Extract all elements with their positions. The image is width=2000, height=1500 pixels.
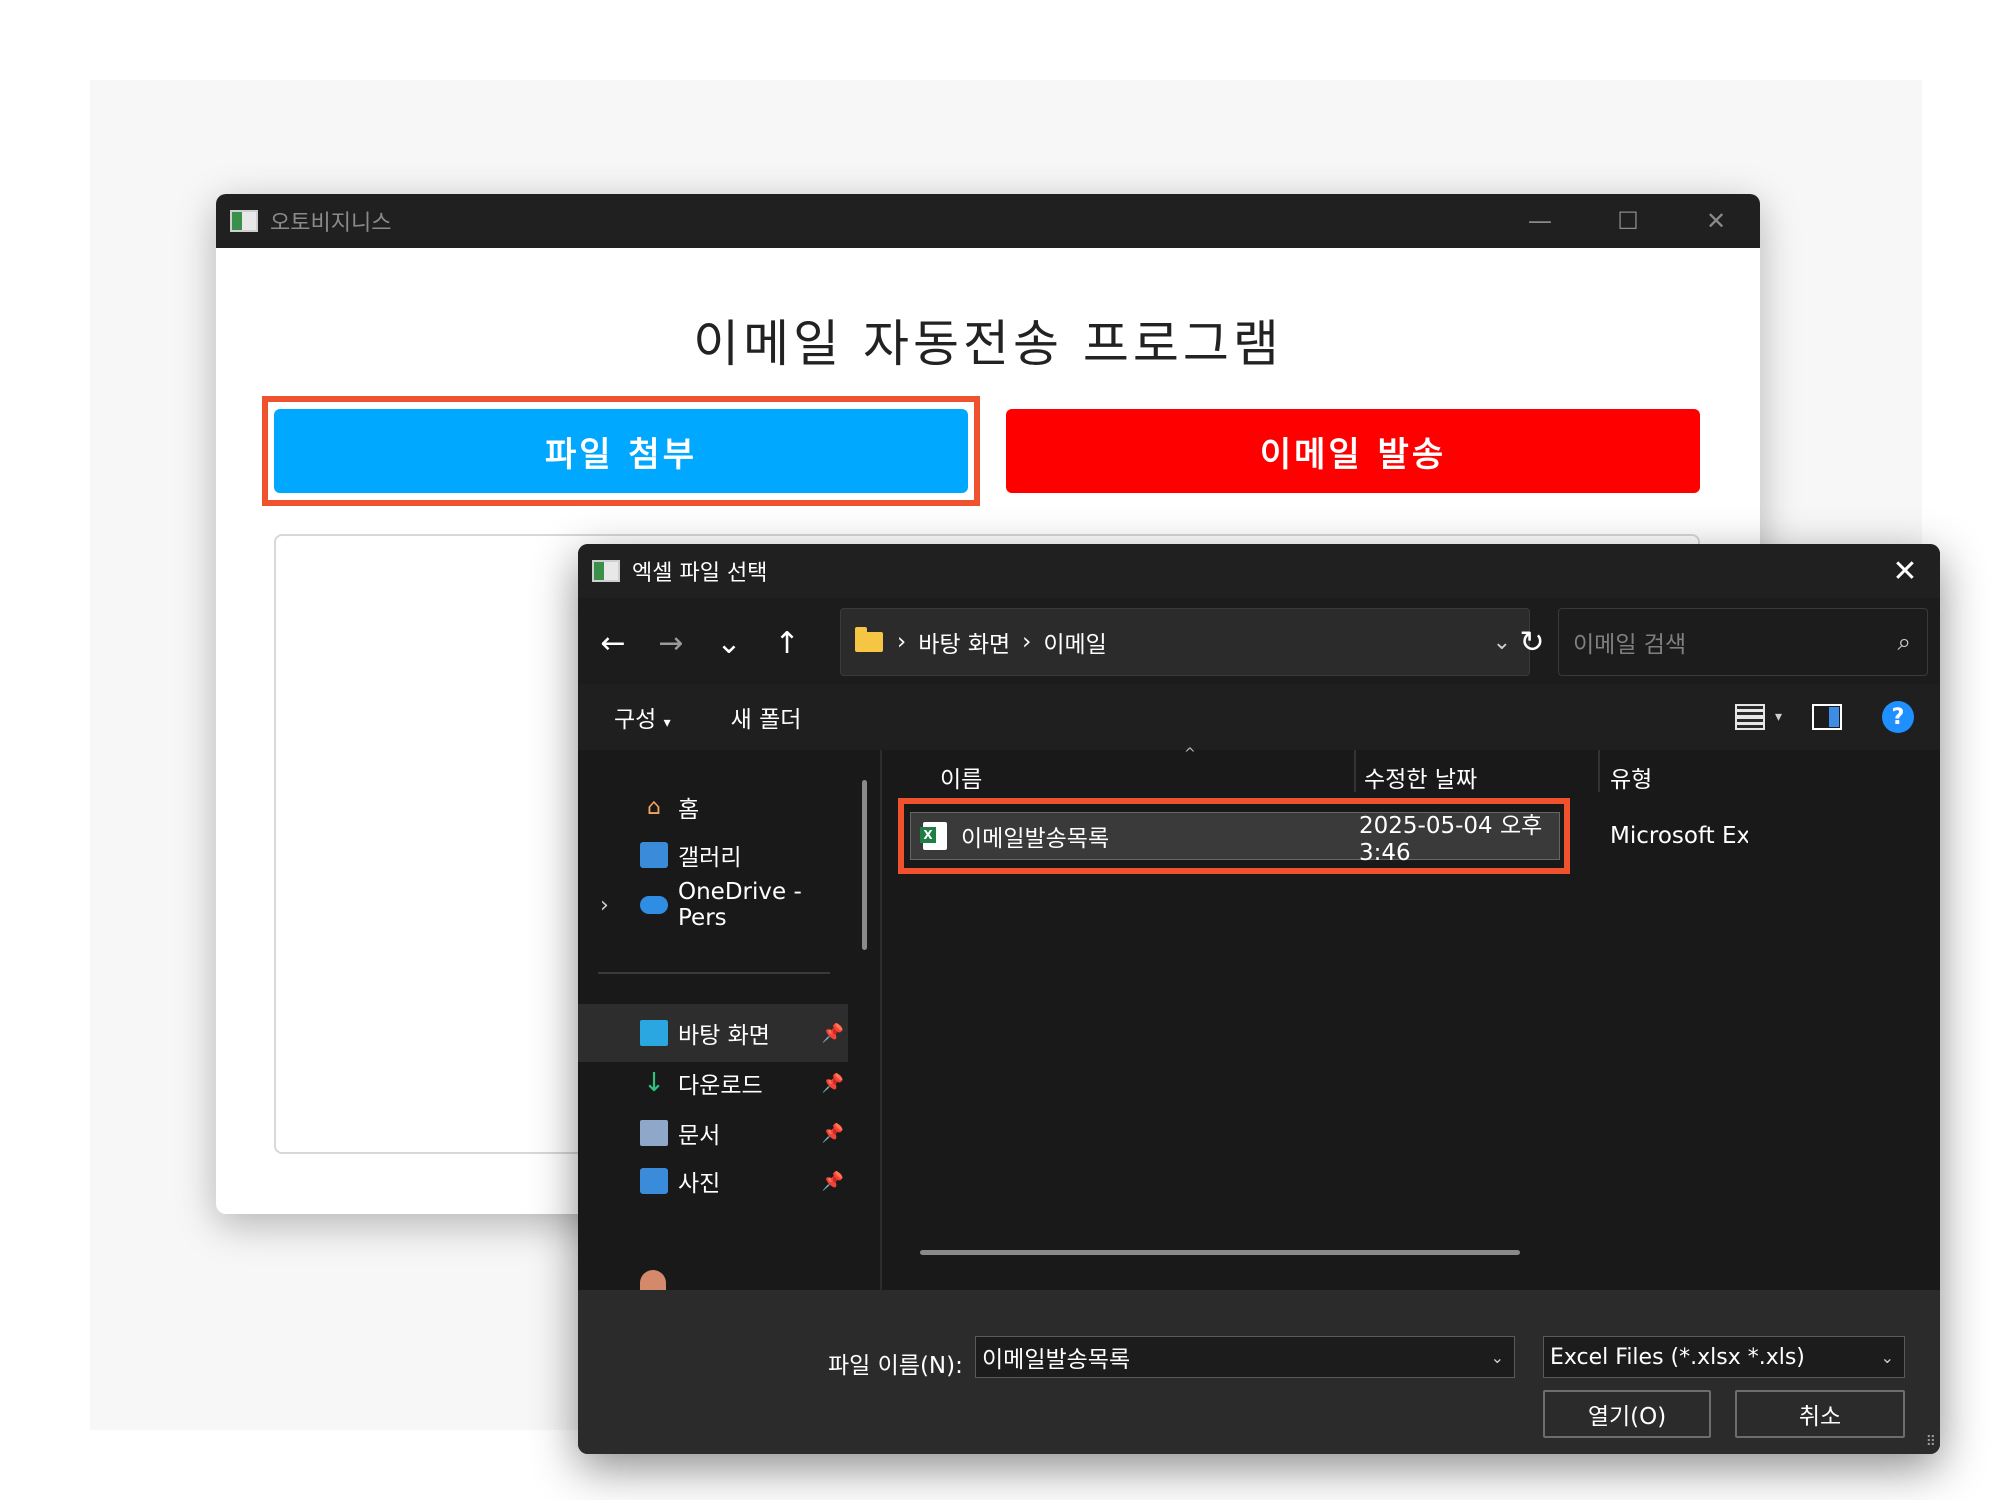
- pictures-icon: [640, 1168, 668, 1194]
- dialog-body: ⌂ 홈 갤러리 › OneDrive - Pers 바탕 화면 📌 ↓ 다운로드…: [578, 746, 1940, 1290]
- home-icon: ⌂: [647, 794, 661, 820]
- file-highlight-box: [898, 798, 1570, 874]
- sidebar-item-onedrive[interactable]: › OneDrive - Pers: [578, 876, 848, 934]
- column-header-name[interactable]: 이름: [940, 760, 982, 794]
- dialog-title: 엑셀 파일 선택: [632, 561, 768, 586]
- file-type: Microsoft Exc: [1610, 823, 1748, 849]
- horizontal-scrollbar[interactable]: [920, 1250, 1520, 1255]
- filetype-select[interactable]: Excel Files (*.xlsx *.xls) ⌄: [1543, 1336, 1905, 1378]
- page-title: 이메일 자동전송 프로그램: [693, 315, 1283, 373]
- breadcrumb-email[interactable]: 이메일: [1043, 625, 1106, 659]
- dialog-app-icon: [592, 560, 620, 582]
- command-bar: 구성 ▾ 새 폴더 ▾ ?: [578, 684, 1940, 750]
- sidebar-item-label: 문서: [678, 1123, 721, 1149]
- forward-arrow-icon[interactable]: →: [642, 614, 700, 672]
- breadcrumb-desktop[interactable]: 바탕 화면: [918, 625, 1010, 659]
- expand-chevron-icon[interactable]: ›: [600, 893, 609, 918]
- minimize-icon[interactable]: —: [1496, 194, 1584, 248]
- column-header-row: ^ 이름 수정한 날짜 유형: [884, 746, 1940, 796]
- desktop-icon: [640, 1020, 668, 1046]
- sidebar-scrollbar[interactable]: [862, 780, 867, 950]
- filename-label: 파일 이름(N):: [828, 1353, 963, 1379]
- navigation-pane: ⌂ 홈 갤러리 › OneDrive - Pers 바탕 화면 📌 ↓ 다운로드…: [578, 750, 882, 1290]
- download-icon: ↓: [643, 1068, 665, 1098]
- organize-caret-icon: ▾: [663, 715, 671, 731]
- sidebar-divider: [598, 972, 830, 974]
- cancel-button[interactable]: 취소: [1735, 1390, 1905, 1438]
- column-header-type[interactable]: 유형: [1610, 760, 1652, 794]
- folder-icon: [855, 627, 883, 652]
- search-placeholder: 이메일 검색: [1573, 632, 1687, 658]
- up-arrow-icon[interactable]: ↑: [758, 614, 816, 672]
- resize-grip-icon[interactable]: ⠿: [1926, 1434, 1936, 1450]
- window-controls: — ☐ ✕: [1496, 194, 1760, 248]
- maximize-icon[interactable]: ☐: [1584, 194, 1672, 248]
- refresh-icon[interactable]: ↻: [1498, 608, 1566, 676]
- column-divider[interactable]: [1598, 750, 1600, 792]
- pane-splitter[interactable]: [880, 750, 882, 1290]
- dialog-footer: 파일 이름(N): 이메일발송목록 ⌄ Excel Files (*.xlsx …: [578, 1290, 1940, 1454]
- view-tools: ▾ ?: [1734, 701, 1914, 733]
- filename-input[interactable]: 이메일발송목록 ⌄: [975, 1336, 1515, 1378]
- sidebar-item-label: 사진: [678, 1171, 721, 1197]
- gallery-icon: [640, 842, 668, 868]
- file-dialog: 엑셀 파일 선택 ✕ ← → ⌄ ↑ › 바탕 화면 › 이메일 ⌄ ↻ 이메일…: [578, 544, 1940, 1454]
- pin-icon[interactable]: 📌: [822, 1073, 844, 1094]
- view-options-caret-icon[interactable]: ▾: [1775, 709, 1782, 725]
- sidebar-item-label: 홈: [678, 797, 700, 823]
- filename-value: 이메일발송목록: [982, 1347, 1131, 1373]
- address-bar[interactable]: › 바탕 화면 › 이메일 ⌄: [840, 608, 1530, 676]
- search-icon[interactable]: ⌕: [1898, 628, 1911, 656]
- column-divider[interactable]: [1354, 750, 1356, 792]
- pin-icon[interactable]: 📌: [822, 1023, 844, 1044]
- send-email-button[interactable]: 이메일 발송: [1006, 409, 1700, 493]
- filetype-caret-icon: ⌄: [1880, 1347, 1894, 1367]
- dialog-close-icon[interactable]: ✕: [1870, 544, 1940, 598]
- preview-pane-icon[interactable]: [1812, 704, 1842, 730]
- pin-icon[interactable]: 📌: [822, 1171, 844, 1192]
- main-titlebar: 오토비지니스 — ☐ ✕: [216, 194, 1760, 248]
- filename-history-caret-icon[interactable]: ⌄: [1491, 1348, 1504, 1367]
- main-window-title: 오토비지니스: [270, 211, 392, 236]
- screenshot-backdrop: 오토비지니스 — ☐ ✕ 이메일 자동전송 프로그램 파일 첨부 이메일 발송 …: [90, 80, 1940, 1454]
- list-view-icon[interactable]: [1734, 704, 1765, 730]
- sort-ascending-icon: ^: [1184, 746, 1196, 762]
- app-icon: [230, 210, 258, 232]
- sidebar-item-label: 갤러리: [678, 845, 742, 871]
- help-icon[interactable]: ?: [1882, 701, 1914, 733]
- new-folder-button[interactable]: 새 폴더: [731, 700, 802, 734]
- attach-file-button[interactable]: 파일 첨부: [274, 409, 968, 493]
- pin-icon[interactable]: 📌: [822, 1123, 844, 1144]
- organize-label: 구성: [614, 707, 657, 733]
- sidebar-item-label: 다운로드: [678, 1073, 763, 1099]
- filetype-value: Excel Files (*.xlsx *.xls): [1550, 1344, 1805, 1370]
- sidebar-item-label: 바탕 화면: [678, 1023, 770, 1049]
- music-icon: [640, 1270, 666, 1290]
- file-list: ^ 이름 수정한 날짜 유형 이메일발송목록 2025-05-04 오후 3:4…: [884, 746, 1940, 1290]
- open-button[interactable]: 열기(O): [1543, 1390, 1711, 1438]
- dialog-titlebar: 엑셀 파일 선택 ✕: [578, 544, 1940, 598]
- sidebar-item-pictures[interactable]: 사진 📌: [578, 1152, 848, 1210]
- organize-menu[interactable]: 구성 ▾: [614, 700, 671, 734]
- sidebar-item-label: OneDrive - Pers: [678, 879, 802, 931]
- close-icon[interactable]: ✕: [1672, 194, 1760, 248]
- onedrive-cloud-icon: [640, 892, 668, 918]
- column-header-modified[interactable]: 수정한 날짜: [1364, 760, 1477, 794]
- breadcrumb-separator: ›: [897, 629, 907, 655]
- recent-locations-chevron-icon[interactable]: ⌄: [700, 614, 758, 672]
- breadcrumb-separator: ›: [1022, 629, 1032, 655]
- documents-icon: [640, 1120, 668, 1146]
- back-arrow-icon[interactable]: ←: [584, 614, 642, 672]
- search-input[interactable]: 이메일 검색 ⌕: [1558, 608, 1928, 676]
